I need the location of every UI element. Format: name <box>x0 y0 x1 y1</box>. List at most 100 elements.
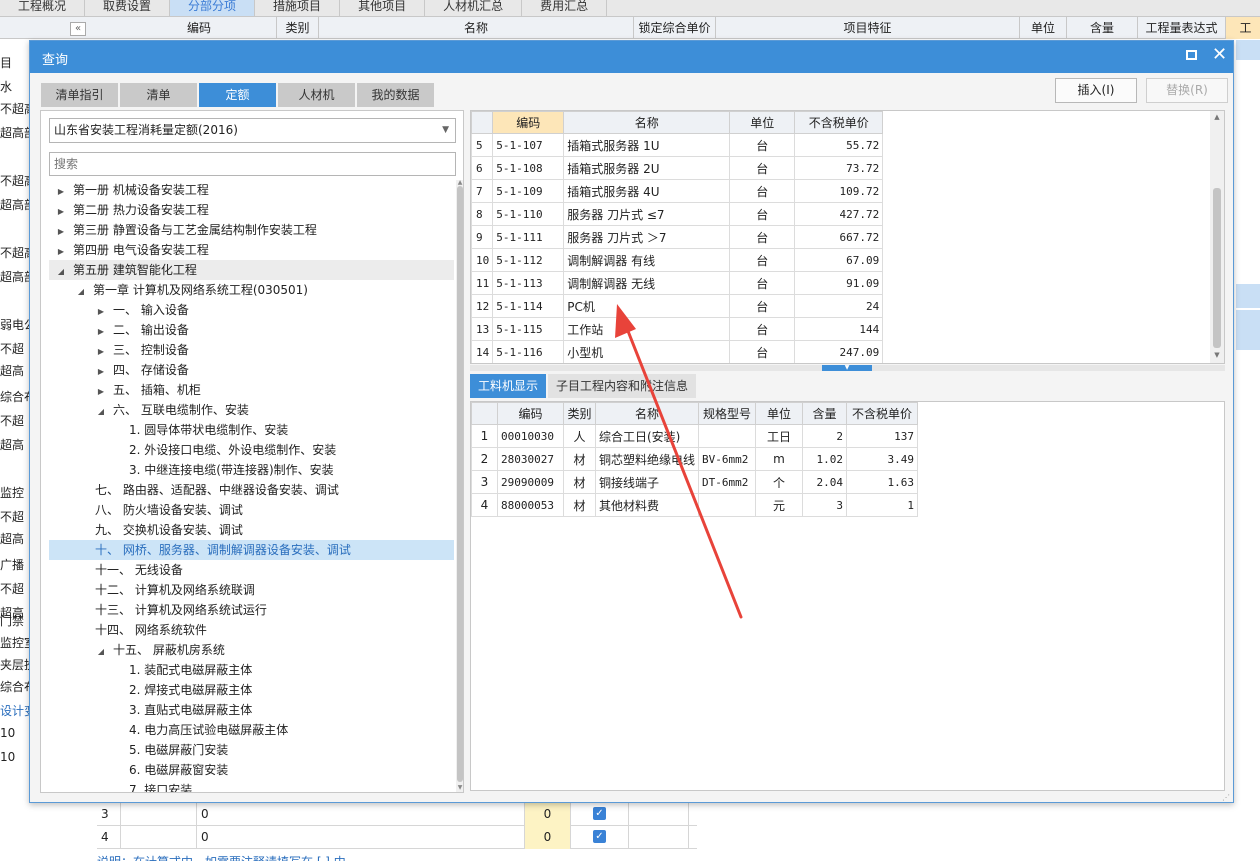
tree-node[interactable]: 3. 中继连接电缆(带连接器)制作、安装 <box>49 460 454 480</box>
tree-node[interactable]: 4. 电力高压试验电磁屏蔽主体 <box>49 720 454 740</box>
collapsed-caret-icon[interactable]: ▶ <box>95 342 107 362</box>
quota-row[interactable]: 13 5-1-115 工作站台 144 <box>471 317 884 341</box>
material-col-spec[interactable]: 规格型号 <box>698 402 757 425</box>
dialog-tab[interactable]: 定额 <box>199 83 276 107</box>
expression-row[interactable]: 4 0 0 ✓ <box>97 826 697 849</box>
tree-node[interactable]: ▶ 四、 存储设备 <box>49 360 454 380</box>
collapsed-caret-icon[interactable]: ▶ <box>55 202 67 222</box>
quota-col-unit[interactable]: 单位 <box>729 111 796 134</box>
tree-node[interactable]: 九、 交换机设备安装、调试 <box>49 520 454 540</box>
grid-col-name[interactable]: 名称 <box>319 17 634 39</box>
left-strip-item[interactable]: 广播 <box>0 556 30 573</box>
tree-node[interactable]: 1. 圆导体带状电缆制作、安装 <box>49 420 454 440</box>
quota-row[interactable]: 5 5-1-107 插箱式服务器 1U 台 55.72 <box>471 133 884 157</box>
grid-col-locked-price[interactable]: 锁定综合单价 <box>634 17 716 39</box>
left-strip-item[interactable]: 监控 <box>0 484 30 501</box>
resize-grip-icon[interactable]: ⋰ <box>1222 793 1230 802</box>
tree-node[interactable]: ▶ 第一册 机械设备安装工程 <box>49 180 454 200</box>
collapsed-caret-icon[interactable]: ▶ <box>55 182 67 202</box>
material-col-qty[interactable]: 含量 <box>802 402 848 425</box>
quota-library-select[interactable]: 山东省安装工程消耗量定额(2016) ▼ <box>49 118 456 143</box>
left-strip-item[interactable]: 超高部 <box>0 124 30 141</box>
scroll-up-icon[interactable]: ▲ <box>1210 113 1224 121</box>
top-tab[interactable]: 分部分项 <box>170 0 256 16</box>
expanded-caret-icon[interactable]: ◢ <box>95 402 107 422</box>
tree-node[interactable]: 十四、 网络系统软件 <box>49 620 454 640</box>
left-strip-item[interactable]: 弱电公 <box>0 316 30 333</box>
quota-row[interactable]: 6 5-1-108 插箱式服务器 2U 台 73.72 <box>471 156 884 180</box>
tree-node[interactable]: ▶ 第三册 静置设备与工艺金属结构制作安装工程 <box>49 220 454 240</box>
left-strip-item[interactable]: 不超 <box>0 412 30 429</box>
grid-col-type[interactable]: 类别 <box>277 17 319 39</box>
collapsed-caret-icon[interactable]: ▶ <box>95 322 107 342</box>
top-tab[interactable]: 工程概况 <box>0 0 86 16</box>
quota-row[interactable]: 10 5-1-112 调制解调器 有线台 67.09 <box>471 248 884 272</box>
top-tab[interactable]: 措施项目 <box>255 0 341 16</box>
expression-row[interactable]: 3 0 0 ✓ <box>97 803 697 826</box>
left-strip-item[interactable]: 超高部 <box>0 268 30 285</box>
tree-node[interactable]: ▶ 三、 控制设备 <box>49 340 454 360</box>
dropdown-arrow-icon[interactable]: ▼ <box>442 119 449 142</box>
left-strip-item[interactable]: 10 <box>0 750 30 764</box>
material-row[interactable]: 4 88000053 材其他材料费 元 3 1 <box>471 493 919 517</box>
tree-node[interactable]: 八、 防火墙设备安装、调试 <box>49 500 454 520</box>
tree-node[interactable]: ▶ 一、 输入设备 <box>49 300 454 320</box>
top-tab[interactable]: 取费设置 <box>85 0 171 16</box>
scroll-down-icon[interactable]: ▼ <box>456 784 463 791</box>
left-strip-item[interactable]: 10 <box>0 726 30 740</box>
checkbox-checked-icon[interactable]: ✓ <box>593 830 606 843</box>
dialog-tab[interactable]: 我的数据 <box>357 83 434 107</box>
left-strip-item[interactable]: 超高部 <box>0 196 30 213</box>
quota-row[interactable]: 12 5-1-114 PC机台 24 <box>471 294 884 318</box>
quota-col-name[interactable]: 名称 <box>563 111 731 134</box>
material-col-price[interactable]: 不含税单价 <box>846 402 919 425</box>
quota-scroll-thumb[interactable] <box>1213 188 1221 348</box>
left-strip-item[interactable]: 设计变 <box>0 702 30 719</box>
quota-row[interactable]: 11 5-1-113 调制解调器 无线台 91.09 <box>471 271 884 295</box>
grid-col-code[interactable]: 编码 <box>122 17 277 39</box>
left-strip-item[interactable]: 超高 <box>0 362 30 379</box>
expanded-caret-icon[interactable]: ◢ <box>95 642 107 662</box>
tree-node[interactable]: 1. 装配式电磁屏蔽主体 <box>49 660 454 680</box>
grid-col-extra[interactable]: 工 <box>1226 17 1260 39</box>
quota-col-price[interactable]: 不含税单价 <box>794 111 884 134</box>
tree-node[interactable]: 十一、 无线设备 <box>49 560 454 580</box>
quota-col-code[interactable]: 编码 <box>492 111 565 134</box>
tree-node[interactable]: ▶ 第二册 热力设备安装工程 <box>49 200 454 220</box>
tree-node[interactable]: 十、 网桥、服务器、调制解调器设备安装、调试 <box>49 540 454 560</box>
quota-row[interactable]: 7 5-1-109 插箱式服务器 4U 台 109.72 <box>471 179 884 203</box>
material-col-name[interactable]: 名称 <box>594 402 700 425</box>
left-strip-item[interactable]: 目 <box>0 54 30 71</box>
left-strip-item[interactable]: 监控室 <box>0 634 30 651</box>
material-col-code[interactable]: 编码 <box>497 402 564 425</box>
collapsed-caret-icon[interactable]: ▶ <box>95 382 107 402</box>
dialog-tab[interactable]: 人材机 <box>278 83 355 107</box>
top-tab[interactable]: 费用汇总 <box>522 0 608 16</box>
tree-node[interactable]: 6. 电磁屏蔽窗安装 <box>49 760 454 780</box>
material-row[interactable]: 3 29090009 材铜接线端子 DT-6mm2 个 2.04 1.63 <box>471 470 919 494</box>
grid-col-feature[interactable]: 项目特征 <box>716 17 1020 39</box>
left-strip-item[interactable]: 超高 <box>0 436 30 453</box>
maximize-icon[interactable] <box>1186 50 1197 60</box>
quota-row[interactable]: 9 5-1-111 服务器 刀片式 ＞7 台 667.72 <box>471 225 884 249</box>
collapsed-caret-icon[interactable]: ▶ <box>55 222 67 242</box>
scroll-up-icon[interactable]: ▲ <box>456 179 463 186</box>
row-expression[interactable]: 0 <box>197 826 525 849</box>
tree-node[interactable]: ◢ 第五册 建筑智能化工程 <box>49 260 454 280</box>
scroll-down-icon[interactable]: ▼ <box>1210 351 1224 359</box>
collapsed-caret-icon[interactable]: ▶ <box>95 362 107 382</box>
tree-node[interactable]: 3. 直贴式电磁屏蔽主体 <box>49 700 454 720</box>
tree-node[interactable]: 2. 外设接口电缆、外设电缆制作、安装 <box>49 440 454 460</box>
grid-col-unit[interactable]: 单位 <box>1020 17 1067 39</box>
material-row[interactable]: 2 28030027 材铜芯塑料绝缘电线 BV-6mm2 m 1.02 3.49 <box>471 447 919 471</box>
left-strip-item[interactable]: 不超高 <box>0 100 30 117</box>
material-col-type[interactable]: 类别 <box>563 402 596 425</box>
tree-node[interactable]: 七、 路由器、适配器、中继器设备安装、调试 <box>49 480 454 500</box>
tree-node[interactable]: ◢ 六、 互联电缆制作、安装 <box>49 400 454 420</box>
tree-node[interactable]: ◢ 十五、 屏蔽机房系统 <box>49 640 454 660</box>
material-col-unit[interactable]: 单位 <box>755 402 804 425</box>
quota-table-scrollbar[interactable]: ▲ ▼ <box>1210 111 1224 363</box>
left-strip-item[interactable]: 不超 <box>0 580 30 597</box>
close-icon[interactable]: ✕ <box>1212 45 1227 65</box>
grid-col-expr[interactable]: 工程量表达式 <box>1138 17 1226 39</box>
